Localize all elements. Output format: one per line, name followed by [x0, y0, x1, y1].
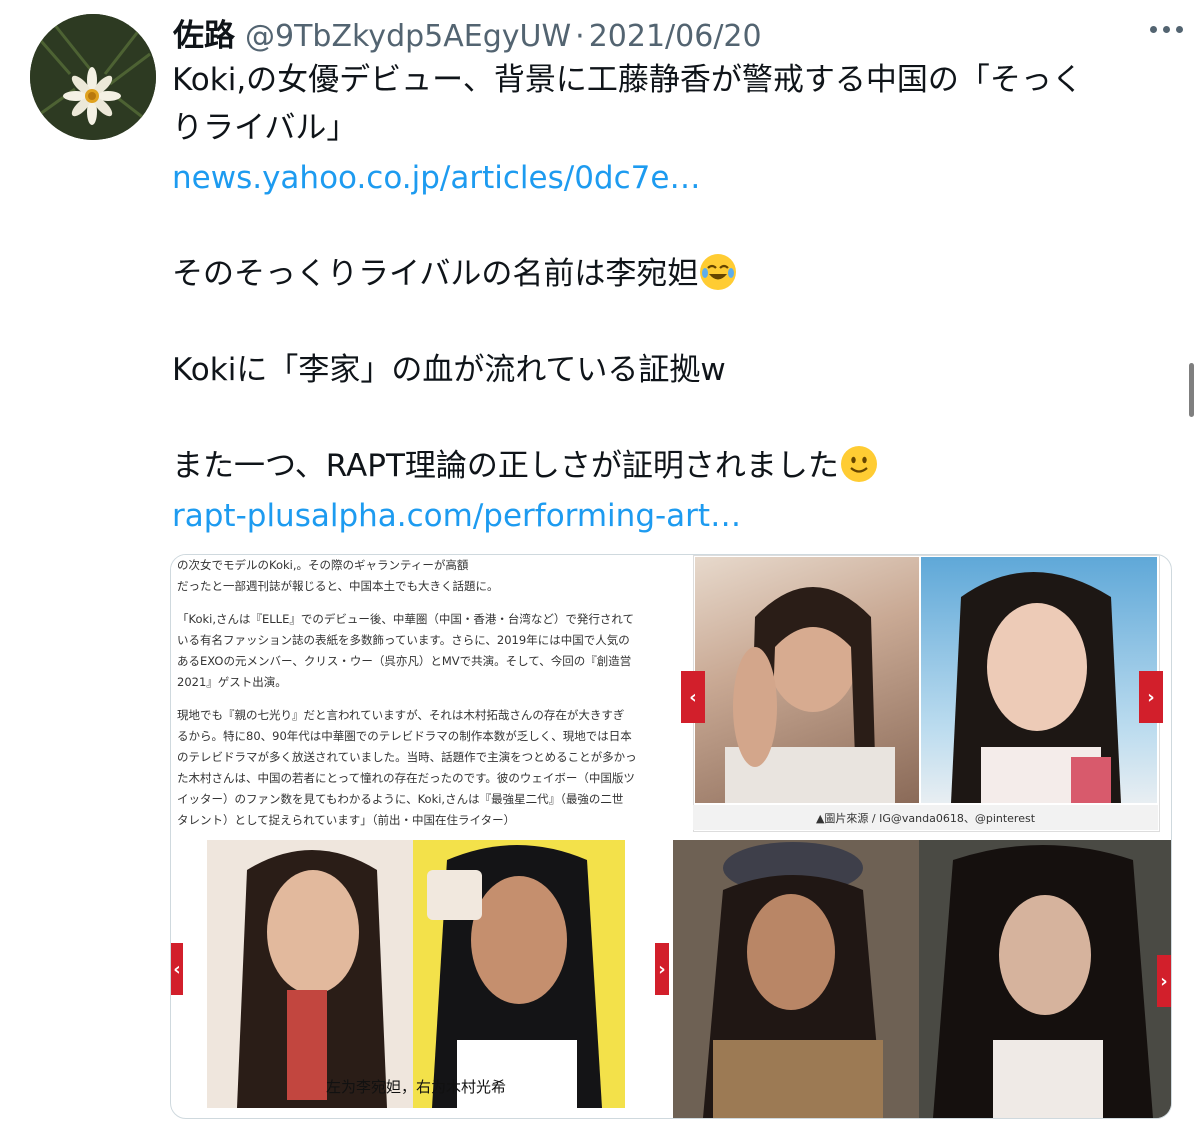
- photo-slider-bottom-left: 左为李宛妲，右为木村光希: [207, 840, 625, 1108]
- chevron-left-icon[interactable]: ‹: [681, 671, 705, 723]
- photo-portrait: [921, 557, 1157, 803]
- article-line: いる有名ファッション誌の表紙を多数飾っています。さらに、2019年には中国で人気…: [177, 633, 630, 647]
- display-name[interactable]: 佐路: [173, 10, 235, 55]
- tweet-text-line-3-text: そのそっくりライバルの名前は李宛妲: [172, 256, 699, 292]
- more-horizontal-icon[interactable]: [1150, 22, 1190, 36]
- lower-left-caption: 左为李宛妲，右为木村光希: [325, 1078, 506, 1096]
- article-line: イッター）のファン数を見てもわかるように、Koki,さんは『最強星二代』（最強の…: [177, 792, 624, 806]
- rapt-plusalpha-link[interactable]: rapt-plusalpha.com/performing-art…: [172, 494, 741, 538]
- yahoo-news-link[interactable]: news.yahoo.co.jp/articles/0dc7e…: [172, 156, 700, 200]
- photo-slider-bottom-right: [673, 840, 1171, 1118]
- chevron-right-icon[interactable]: ›: [655, 943, 669, 995]
- avatar[interactable]: [30, 14, 156, 140]
- chevron-right-icon[interactable]: ›: [1157, 955, 1171, 1007]
- tweet-text-line-5-text: また一つ、RAPT理論の正しさが証明されました: [172, 448, 839, 484]
- tweet-header: 佐路 @9TbZkydp5AEgyUW · 2021/06/20: [173, 10, 762, 56]
- photo-caption: ▲圖片來源 / IG@vanda0618、@pinterest: [693, 805, 1158, 830]
- tweet-media-image[interactable]: の次女でモデルのKoki,。その際のギャランティーが高額 だったと一部週刊誌が報…: [170, 554, 1172, 1119]
- face-with-tears-of-joy-icon: [700, 254, 737, 290]
- flower-avatar-image: [30, 14, 156, 140]
- article-line: 現地でも『親の七光り』だと言われていますが、それは木村拓哉さんの存在が大きすぎ: [177, 708, 625, 722]
- article-line: あるEXOの元メンバー、クリス・ウー（呉亦凡）とMVで共演。そして、今回の『創造…: [177, 654, 632, 668]
- tweet-text-line-2: りライバル」: [172, 110, 358, 146]
- article-line: 2021』ゲスト出演。: [177, 675, 287, 689]
- photo-portrait: [695, 557, 919, 803]
- tweet-date[interactable]: 2021/06/20: [589, 19, 762, 54]
- chevron-left-icon[interactable]: ‹: [171, 943, 183, 995]
- article-line: るから。特に80、90年代は中華圏でのテレビドラマの制作本数が乏しく、現地では日…: [177, 729, 632, 743]
- scrollbar[interactable]: [1189, 363, 1194, 417]
- tweet-text-line-4: Kokiに「李家」の血が流れている証拠w: [172, 352, 726, 388]
- article-line: た木村さんは、中国の若者にとって憧れの存在だったのです。彼のウェイボー（中国版ツ: [177, 771, 635, 785]
- header-separator: ·: [575, 19, 585, 54]
- slightly-smiling-face-icon: [840, 446, 877, 482]
- chevron-right-icon[interactable]: ›: [1139, 671, 1163, 723]
- article-line: の次女でモデルのKoki,。その際のギャランティーが高額: [177, 558, 469, 572]
- article-line: タレント）として捉えられています」（前出・中国在住ライター）: [177, 813, 516, 827]
- article-excerpt: の次女でモデルのKoki,。その際のギャランティーが高額 だったと一部週刊誌が報…: [171, 555, 698, 840]
- tweet-text-line-5: また一つ、RAPT理論の正しさが証明されました: [172, 444, 877, 488]
- article-line: のテレビドラマが多く放送されていました。当時、話題作で主演をつとめることが多かっ: [177, 750, 637, 764]
- tweet-text-line-1: Koki,の女優デビュー、背景に工藤静香が警戒する中国の「そっく: [172, 62, 1083, 98]
- article-line: だったと一部週刊誌が報じると、中国本土でも大きく話題に。: [177, 579, 499, 593]
- tweet-text-line-3: そのそっくりライバルの名前は李宛妲: [172, 252, 737, 296]
- user-handle[interactable]: @9TbZkydp5AEgyUW: [245, 19, 571, 54]
- article-line: 「Koki,さんは『ELLE』でのデビュー後、中華圏（中国・香港・台湾など）で発…: [177, 612, 635, 626]
